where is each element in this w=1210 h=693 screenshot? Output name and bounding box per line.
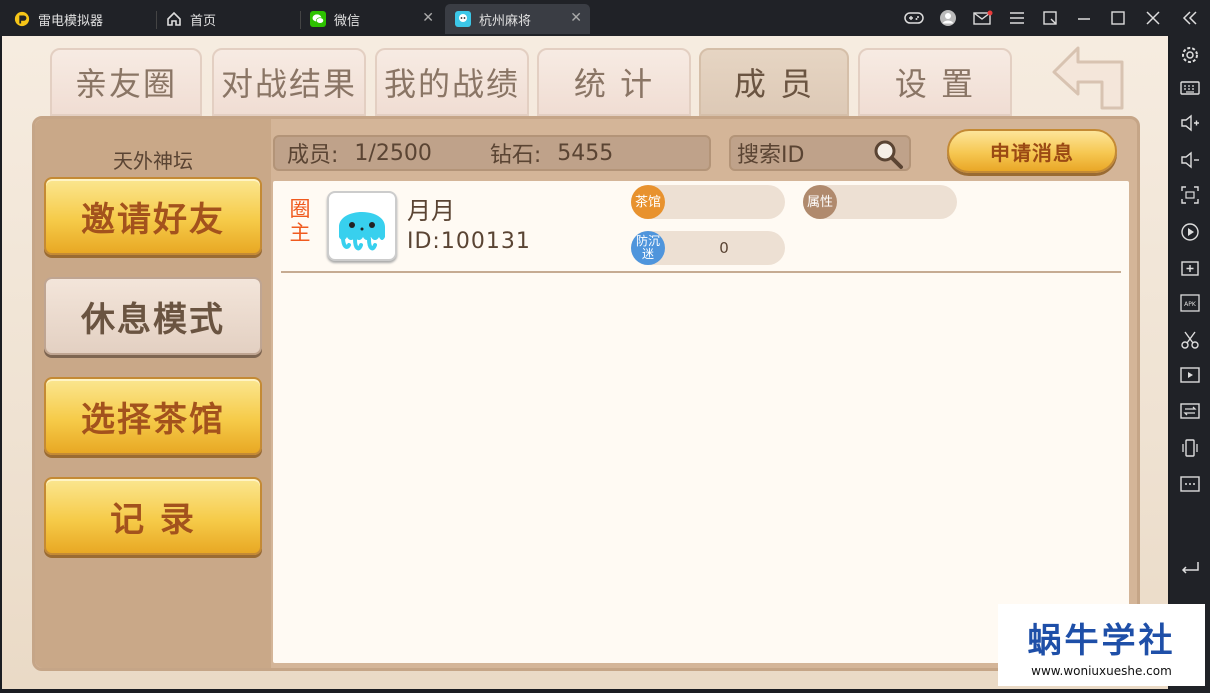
collapse-sidebar-icon[interactable] [1179, 8, 1201, 28]
rest-mode-button[interactable]: 休息模式 [44, 277, 262, 355]
tab-label: 杭州麻将 [479, 13, 532, 29]
diamonds-count: 5455 [557, 140, 614, 166]
member-list: 圈主 月月 ID:100131 茶馆 属性 防沉迷 0 [273, 181, 1129, 663]
select-teahouse-button[interactable]: 选择茶馆 [44, 377, 262, 455]
more-icon[interactable] [1179, 473, 1201, 495]
volume-up-icon[interactable] [1179, 112, 1201, 134]
watermark-url: www.woniuxueshe.com [1031, 663, 1172, 678]
app-title: 雷电模拟器 [4, 4, 154, 34]
watermark-title: 蜗牛学社 [1027, 620, 1176, 661]
apk-install-icon[interactable]: APK [1179, 292, 1201, 314]
search-icon[interactable] [871, 138, 905, 176]
invite-friends-button[interactable]: 邀请好友 [44, 177, 262, 255]
menu-icon[interactable] [1006, 8, 1028, 28]
teahouse-tag: 茶馆 [631, 185, 665, 219]
tab-wechat[interactable]: 微信 ✕ [300, 4, 442, 34]
tab-label: 微信 [334, 13, 361, 29]
search-placeholder: 搜索ID [737, 143, 805, 168]
video-icon[interactable] [1179, 364, 1201, 386]
members-count: 1/2500 [354, 140, 432, 166]
watermark: 蜗牛学社 www.woniuxueshe.com [998, 604, 1205, 686]
return-arrow-icon[interactable] [1048, 42, 1128, 114]
member-id: ID:100131 [407, 229, 531, 254]
role-owner-label: 圈主 [289, 197, 311, 245]
app-name: 雷电模拟器 [38, 13, 104, 29]
maximize-icon[interactable] [1107, 8, 1129, 28]
records-button[interactable]: 记 录 [44, 477, 262, 555]
tab-my-records[interactable]: 我的战绩 [375, 48, 529, 116]
scissors-icon[interactable] [1179, 329, 1201, 351]
close-icon[interactable] [1142, 8, 1164, 28]
mail-icon[interactable] [972, 8, 994, 28]
account-icon[interactable] [937, 8, 959, 28]
record-icon[interactable] [1179, 221, 1201, 243]
members-label: 成员: [287, 143, 339, 168]
tab-mahjong[interactable]: 杭州麻将 ✕ [445, 4, 590, 34]
anti-addiction-tag: 防沉迷 [631, 231, 665, 265]
tab-statistics[interactable]: 统 计 [537, 48, 691, 116]
tab-close-icon[interactable]: ✕ [422, 10, 434, 26]
keyboard-icon[interactable] [1179, 77, 1201, 99]
anti-addiction-value: 0 [719, 239, 729, 257]
gamepad-icon[interactable] [903, 8, 925, 28]
screenshot-icon[interactable] [1179, 184, 1201, 206]
window-titlebar: 雷电模拟器 首页 微信 ✕ 杭州麻将 ✕ [0, 0, 1210, 36]
tab-friends-circle[interactable]: 亲友圈 [50, 48, 202, 116]
back-icon[interactable] [1179, 556, 1201, 578]
tab-members[interactable]: 成 员 [699, 48, 849, 116]
tab-separator [300, 11, 301, 29]
home-icon [166, 11, 182, 27]
emulator-sidebar: APK [1170, 36, 1210, 693]
apply-messages-button[interactable]: 申请消息 [947, 129, 1117, 173]
game-screen: 亲友圈 对战结果 我的战绩 统 计 成 员 设 置 天外神坛 邀请好友 休息模式… [2, 36, 1168, 689]
tab-battle-results[interactable]: 对战结果 [212, 48, 366, 116]
svg-text:APK: APK [1184, 301, 1197, 308]
avatar[interactable] [327, 191, 397, 261]
shake-icon[interactable] [1179, 437, 1201, 459]
attribute-tag: 属性 [803, 185, 837, 219]
minimize-icon[interactable] [1073, 8, 1095, 28]
tab-home[interactable]: 首页 [156, 4, 298, 34]
member-name: 月月 [407, 197, 455, 225]
volume-down-icon[interactable] [1179, 149, 1201, 171]
search-input[interactable]: 搜索ID [729, 135, 911, 171]
add-app-icon[interactable] [1179, 257, 1201, 279]
row-divider [281, 271, 1121, 273]
club-name: 天外神坛 [113, 149, 193, 173]
ldplayer-logo-icon [14, 11, 30, 27]
members-panel: 天外神坛 邀请好友 休息模式 选择茶馆 记 录 成员: 1/2500 钻石: 5… [32, 116, 1140, 671]
settings-icon[interactable] [1179, 44, 1201, 66]
diamonds-label: 钻石: [489, 143, 542, 168]
sync-icon[interactable] [1179, 400, 1201, 422]
tab-label: 首页 [190, 13, 217, 29]
tab-separator [156, 11, 157, 29]
tab-settings[interactable]: 设 置 [858, 48, 1012, 116]
pin-window-icon[interactable] [1039, 8, 1061, 28]
club-info-bar: 成员: 1/2500 钻石: 5455 [273, 135, 711, 171]
mahjong-app-icon [455, 11, 471, 27]
list-item[interactable]: 圈主 月月 ID:100131 茶馆 属性 防沉迷 0 [273, 181, 1129, 273]
wechat-icon [310, 11, 326, 27]
attribute-field[interactable]: 属性 [803, 185, 957, 219]
teahouse-field[interactable]: 茶馆 [631, 185, 785, 219]
anti-addiction-field[interactable]: 防沉迷 0 [631, 231, 785, 265]
tab-close-icon[interactable]: ✕ [570, 10, 582, 26]
left-menu: 天外神坛 邀请好友 休息模式 选择茶馆 记 录 [35, 119, 271, 668]
